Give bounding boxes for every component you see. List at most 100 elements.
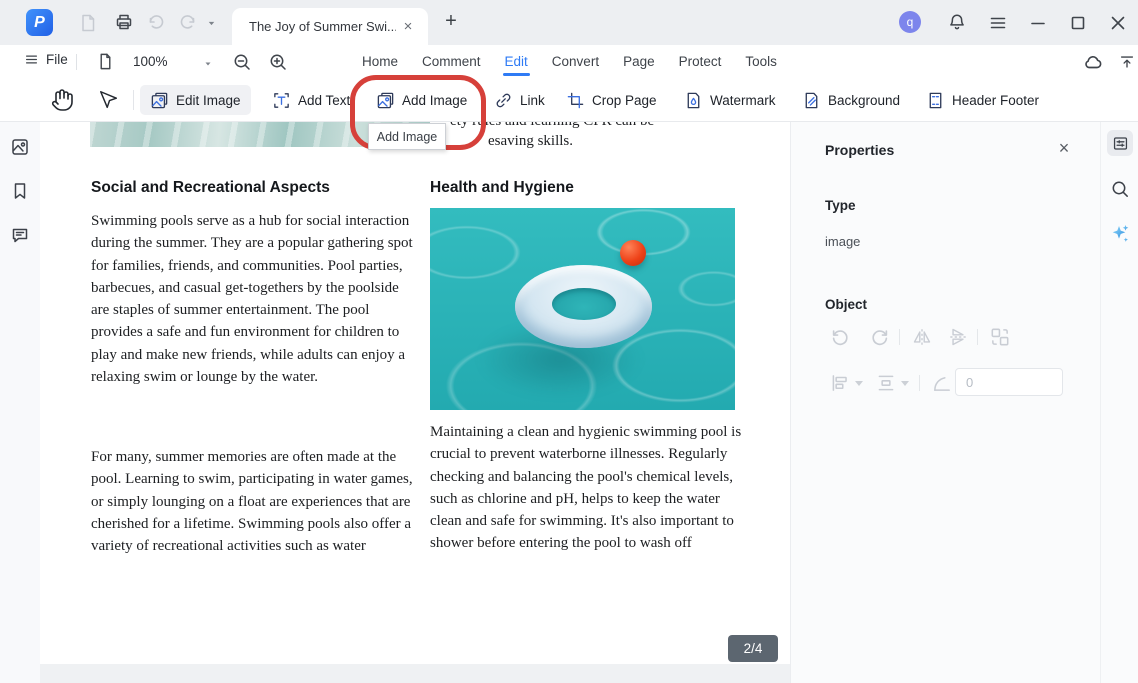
left-column-heading[interactable]: Social and Recreational Aspects <box>91 179 330 197</box>
document-tab[interactable]: The Joy of Summer Swi... × <box>232 8 428 45</box>
minimize-icon[interactable] <box>1028 13 1048 33</box>
cloud-icon[interactable] <box>1082 51 1104 73</box>
link-button[interactable]: Link <box>484 85 555 115</box>
bookmarks-icon[interactable] <box>10 181 30 201</box>
search-icon[interactable] <box>1110 179 1130 199</box>
menubar: File 100% Home Comment Edit Convert Page… <box>0 45 1138 78</box>
hand-tool-icon[interactable] <box>50 88 74 112</box>
flip-horizontal-icon[interactable] <box>911 326 933 348</box>
app-menu-icon[interactable] <box>988 13 1008 33</box>
app-logo-icon: P <box>26 9 53 36</box>
pdf-page[interactable]: ety rules and learning CPR can be esavin… <box>40 122 790 664</box>
file-menu[interactable]: File <box>24 52 68 67</box>
add-text-button[interactable]: Add Text <box>262 85 360 115</box>
titlebar: P The Joy of Summer Swi... × + q <box>0 0 1138 45</box>
comments-icon[interactable] <box>10 225 30 245</box>
crop-page-button[interactable]: Crop Page <box>556 85 667 115</box>
page-thumbnails-icon[interactable] <box>10 137 30 157</box>
crop-page-label: Crop Page <box>592 93 657 108</box>
right-paragraph[interactable]: Maintaining a clean and hygienic swimmin… <box>430 421 744 555</box>
add-image-tooltip: Add Image <box>368 123 446 150</box>
tab-tools[interactable]: Tools <box>745 54 777 69</box>
add-image-label: Add Image <box>402 93 467 108</box>
header-footer-label: Header Footer <box>952 93 1039 108</box>
tab-close-icon[interactable]: × <box>400 19 416 35</box>
watermark-label: Watermark <box>710 93 776 108</box>
collapse-toolbar-icon[interactable] <box>1118 53 1136 71</box>
flip-vertical-icon[interactable] <box>947 326 969 348</box>
rotate-right-icon[interactable] <box>869 326 891 348</box>
pool-ring-photo[interactable] <box>430 208 735 410</box>
new-tab-button[interactable]: + <box>440 10 462 32</box>
align-caret-icon[interactable] <box>855 381 863 386</box>
clipped-text-line[interactable]: esaving skills. <box>488 133 573 150</box>
undo-icon[interactable] <box>146 13 166 33</box>
left-sidebar <box>0 122 40 683</box>
watermark-icon <box>684 91 703 110</box>
rotate-left-icon[interactable] <box>829 326 851 348</box>
crop-page-icon <box>566 91 585 110</box>
replace-image-icon[interactable] <box>989 326 1011 348</box>
background-button[interactable]: Background <box>792 85 910 115</box>
select-tool-icon[interactable] <box>98 89 120 111</box>
add-image-button[interactable]: Add Image <box>366 85 477 115</box>
object-separator <box>919 375 920 391</box>
tab-comment[interactable]: Comment <box>422 54 481 69</box>
save-icon[interactable] <box>78 13 98 33</box>
print-icon[interactable] <box>114 12 134 32</box>
properties-panel-button[interactable] <box>1107 130 1133 156</box>
tab-page[interactable]: Page <box>623 54 655 69</box>
clipped-text-line[interactable]: ety rules and learning CPR can be <box>450 122 654 130</box>
page-view-icon[interactable] <box>96 52 115 71</box>
left-paragraph-1[interactable]: Swimming pools serve as a hub for social… <box>91 210 413 388</box>
object-label: Object <box>825 297 867 312</box>
menubar-separator <box>76 54 77 70</box>
page-indicator-badge: 2/4 <box>728 635 778 662</box>
rotation-input[interactable] <box>955 368 1063 396</box>
red-ball <box>620 240 646 266</box>
align-icon[interactable] <box>829 372 851 394</box>
tab-protect[interactable]: Protect <box>679 54 722 69</box>
properties-panel: Properties × Type image Object <box>790 122 1100 683</box>
maximize-icon[interactable] <box>1068 13 1088 33</box>
object-separator <box>899 329 900 345</box>
add-text-label: Add Text <box>298 93 350 108</box>
zoom-in-icon[interactable] <box>268 52 288 72</box>
header-footer-button[interactable]: Header Footer <box>916 85 1049 115</box>
bell-icon[interactable] <box>947 12 967 32</box>
avatar[interactable]: q <box>899 11 921 33</box>
tab-convert[interactable]: Convert <box>552 54 599 69</box>
properties-panel-icon <box>1112 135 1129 152</box>
properties-title: Properties <box>825 142 894 158</box>
edit-toolbar: Edit Image Add Text Add Image Link Crop … <box>0 78 1138 122</box>
tab-home[interactable]: Home <box>362 54 398 69</box>
undo-history-caret-icon[interactable] <box>206 18 217 29</box>
background-icon <box>802 91 821 110</box>
link-icon <box>494 91 513 110</box>
type-label: Type <box>825 198 856 213</box>
background-label: Background <box>828 93 900 108</box>
edit-image-button[interactable]: Edit Image <box>140 85 251 115</box>
tab-title: The Joy of Summer Swi... <box>249 19 396 34</box>
left-paragraph-2[interactable]: For many, summer memories are often made… <box>91 446 413 557</box>
add-image-icon <box>376 91 395 110</box>
rotate-angle-icon[interactable] <box>931 372 953 394</box>
object-separator <box>977 329 978 345</box>
zoom-out-icon[interactable] <box>232 52 252 72</box>
toolbar-separator <box>133 90 134 110</box>
zoom-caret-icon[interactable] <box>203 59 213 69</box>
inflatable-ring <box>515 265 652 348</box>
distribute-caret-icon[interactable] <box>901 381 909 386</box>
ring-hole <box>552 288 616 320</box>
right-column-heading[interactable]: Health and Hygiene <box>430 179 574 197</box>
window-close-icon[interactable] <box>1108 13 1128 33</box>
pdfelement-window: P The Joy of Summer Swi... × + q File 10… <box>0 0 1138 683</box>
properties-close-icon[interactable]: × <box>1053 137 1075 159</box>
ai-assistant-icon[interactable] <box>1108 221 1132 245</box>
link-label: Link <box>520 93 545 108</box>
zoom-level-value[interactable]: 100% <box>133 54 168 69</box>
tab-edit[interactable]: Edit <box>505 54 528 69</box>
distribute-icon[interactable] <box>875 372 897 394</box>
redo-icon[interactable] <box>178 13 198 33</box>
watermark-button[interactable]: Watermark <box>674 85 786 115</box>
